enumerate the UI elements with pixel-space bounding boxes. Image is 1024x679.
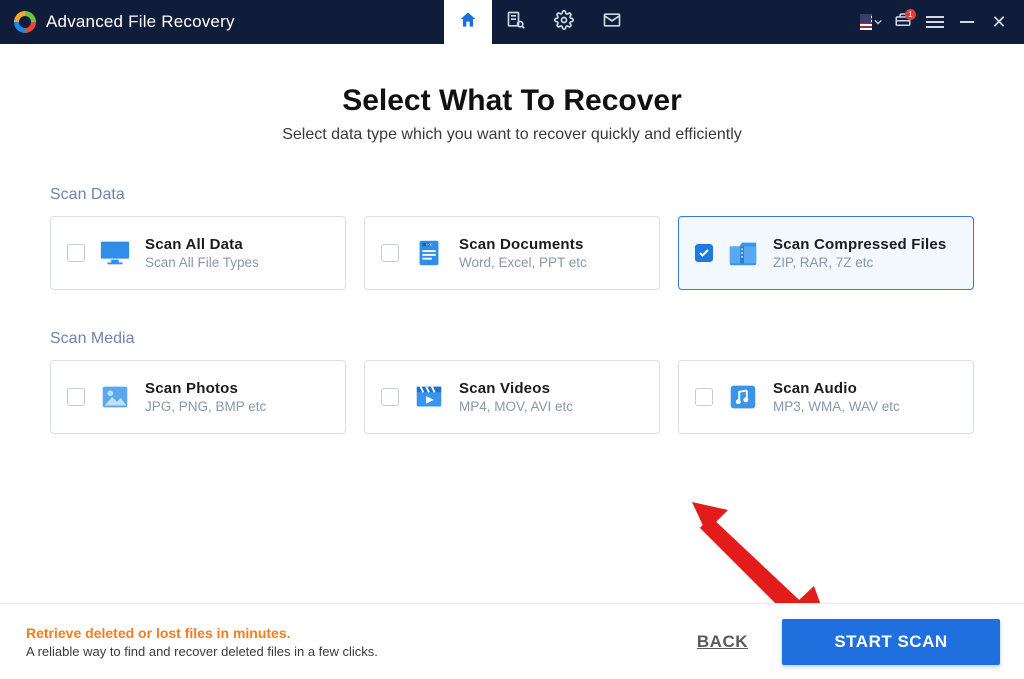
svg-text:DOC: DOC <box>426 243 432 247</box>
card-subtitle: Scan All File Types <box>145 255 259 270</box>
menu-button[interactable] <box>924 11 946 33</box>
minimize-icon <box>960 21 974 23</box>
start-scan-button[interactable]: START SCAN <box>782 619 1000 665</box>
card-subtitle: MP4, MOV, AVI etc <box>459 399 573 414</box>
checkbox-scan-documents[interactable] <box>381 244 399 262</box>
card-subtitle: ZIP, RAR, 7Z etc <box>773 255 946 270</box>
card-scan-audio[interactable]: Scan Audio MP3, WMA, WAV etc <box>678 360 974 434</box>
promo-title: Retrieve deleted or lost files in minute… <box>26 625 378 641</box>
checkmark-icon <box>698 247 710 259</box>
card-subtitle: Word, Excel, PPT etc <box>459 255 587 270</box>
card-title: Scan All Data <box>145 236 259 253</box>
gear-icon <box>554 10 574 35</box>
hamburger-icon <box>926 16 944 28</box>
app-logo-icon <box>14 11 36 33</box>
checkbox-scan-all-data[interactable] <box>67 244 85 262</box>
card-title: Scan Photos <box>145 380 266 397</box>
flag-us-icon <box>860 14 872 30</box>
page-subtitle: Select data type which you want to recov… <box>50 126 974 144</box>
monitor-icon <box>97 235 133 271</box>
notification-badge: 1 <box>905 9 916 20</box>
card-scan-documents[interactable]: DOC Scan Documents Word, Excel, PPT etc <box>364 216 660 290</box>
video-clapper-icon <box>411 379 447 415</box>
footer: Retrieve deleted or lost files in minute… <box>0 603 1024 679</box>
toolbox-button[interactable]: 1 <box>892 11 914 33</box>
section-scan-media-label: Scan Media <box>50 330 974 348</box>
card-scan-all-data[interactable]: Scan All Data Scan All File Types <box>50 216 346 290</box>
card-title: Scan Documents <box>459 236 587 253</box>
music-note-icon <box>725 379 761 415</box>
tab-settings[interactable] <box>540 0 588 44</box>
promo-subtitle: A reliable way to find and recover delet… <box>26 644 378 659</box>
checkbox-scan-audio[interactable] <box>695 388 713 406</box>
zip-folder-icon <box>725 235 761 271</box>
card-scan-photos[interactable]: Scan Photos JPG, PNG, BMP etc <box>50 360 346 434</box>
titlebar-tabs <box>444 0 636 44</box>
scan-data-cards: Scan All Data Scan All File Types DOC Sc… <box>50 216 974 290</box>
tab-search-list[interactable] <box>492 0 540 44</box>
language-selector[interactable] <box>860 11 882 33</box>
titlebar: Advanced File Recovery <box>0 0 1024 44</box>
page-body: Select What To Recover Select data type … <box>0 44 1024 434</box>
card-scan-videos[interactable]: Scan Videos MP4, MOV, AVI etc <box>364 360 660 434</box>
photo-icon <box>97 379 133 415</box>
scan-media-cards: Scan Photos JPG, PNG, BMP etc Scan Video… <box>50 360 974 434</box>
card-title: Scan Compressed Files <box>773 236 946 253</box>
tab-home[interactable] <box>444 0 492 44</box>
home-icon <box>458 10 478 35</box>
titlebar-actions: 1 ✕ <box>846 0 1024 44</box>
card-title: Scan Audio <box>773 380 900 397</box>
mail-icon <box>602 10 622 35</box>
card-scan-compressed[interactable]: Scan Compressed Files ZIP, RAR, 7Z etc <box>678 216 974 290</box>
section-scan-data-label: Scan Data <box>50 186 974 204</box>
card-subtitle: JPG, PNG, BMP etc <box>145 399 266 414</box>
footer-promo: Retrieve deleted or lost files in minute… <box>26 625 378 659</box>
chevron-down-icon <box>874 13 882 31</box>
checkbox-scan-photos[interactable] <box>67 388 85 406</box>
back-button[interactable]: BACK <box>697 632 748 652</box>
tab-mail[interactable] <box>588 0 636 44</box>
minimize-button[interactable] <box>956 11 978 33</box>
app-title: Advanced File Recovery <box>46 12 235 32</box>
list-search-icon <box>506 10 526 35</box>
close-icon: ✕ <box>991 13 1006 31</box>
app-brand: Advanced File Recovery <box>0 11 235 33</box>
document-icon: DOC <box>411 235 447 271</box>
checkbox-scan-videos[interactable] <box>381 388 399 406</box>
card-title: Scan Videos <box>459 380 573 397</box>
close-button[interactable]: ✕ <box>988 11 1010 33</box>
card-subtitle: MP3, WMA, WAV etc <box>773 399 900 414</box>
checkbox-scan-compressed[interactable] <box>695 244 713 262</box>
page-title: Select What To Recover <box>50 84 974 118</box>
